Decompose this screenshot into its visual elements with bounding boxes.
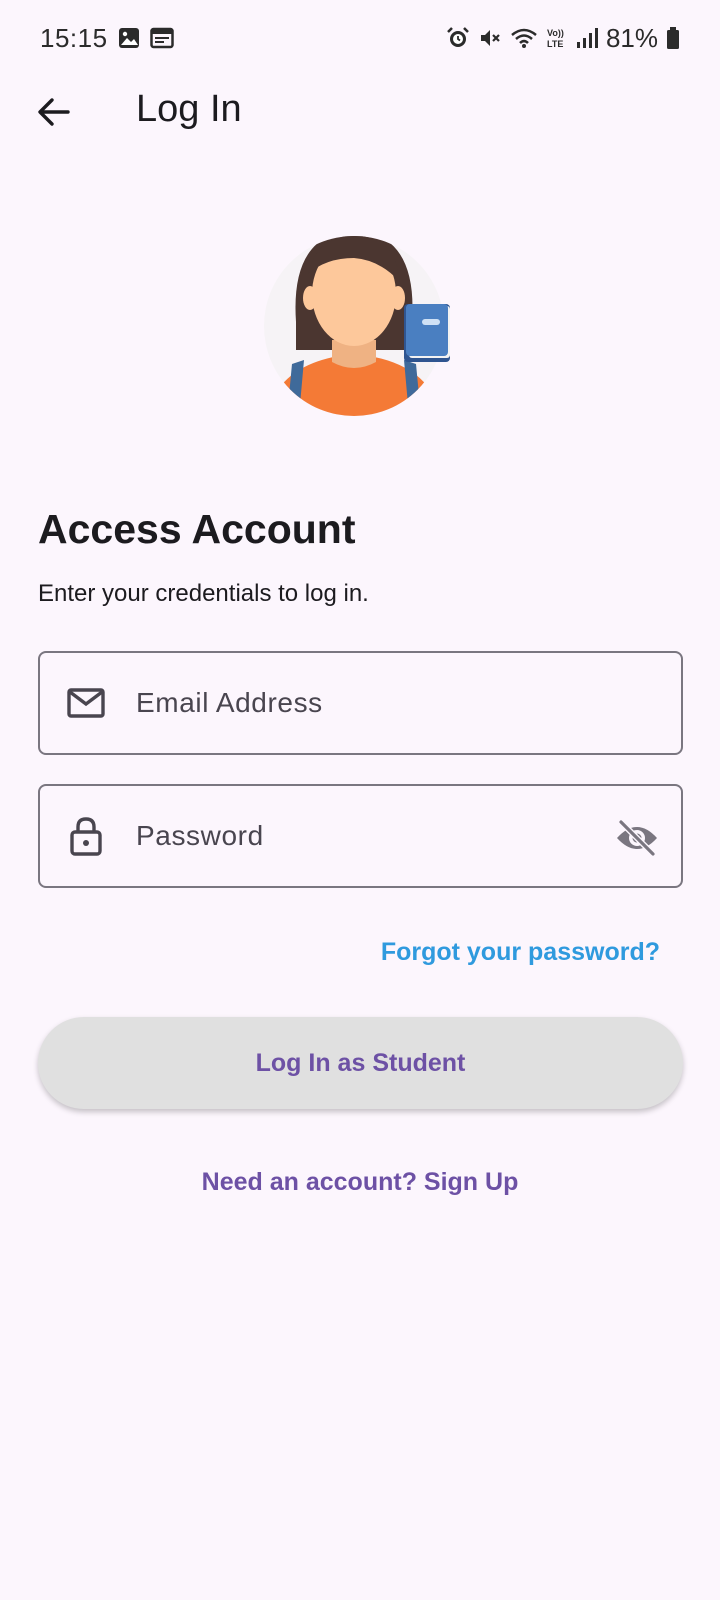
signal-icon [576,27,598,49]
back-button[interactable] [28,86,80,138]
forgot-password-link[interactable]: Forgot your password? [381,938,660,967]
mail-icon [64,681,108,725]
signup-link[interactable]: Need an account? Sign Up [0,1168,720,1197]
toggle-password-visibility[interactable] [613,814,661,862]
svg-text:LTE: LTE [547,39,563,49]
mute-icon [478,26,502,50]
page-title: Log In [136,88,242,130]
page-heading: Access Account [38,506,356,552]
login-student-button[interactable]: Log In as Student [38,1017,683,1109]
svg-text:Vo)): Vo)) [547,28,564,38]
email-input[interactable] [136,653,586,753]
status-left: 15:15 [40,23,174,54]
email-field[interactable] [38,651,683,755]
page-subheading: Enter your credentials to log in. [38,580,369,607]
book-icon [404,304,450,362]
alarm-icon [446,26,470,50]
status-bar: 15:15 Vo)) LTE 81% [0,0,720,76]
eye-off-icon [617,820,657,856]
image-icon [118,27,140,49]
student-avatar [262,222,462,432]
arrow-left-icon [38,98,70,126]
battery-percent: 81% [605,22,658,53]
lock-icon [64,814,108,858]
password-input[interactable] [136,786,586,886]
wifi-icon [510,26,538,50]
status-right: Vo)) LTE 81% [446,23,680,54]
status-time: 15:15 [40,22,108,53]
login-screen: 15:15 Vo)) LTE 81% Log In Access Account… [0,0,720,1600]
app-bar: Log In [0,76,720,150]
calendar-icon [149,27,174,49]
battery-icon [666,26,680,50]
password-field[interactable] [38,784,683,888]
volte-icon: Vo)) LTE [546,26,568,50]
